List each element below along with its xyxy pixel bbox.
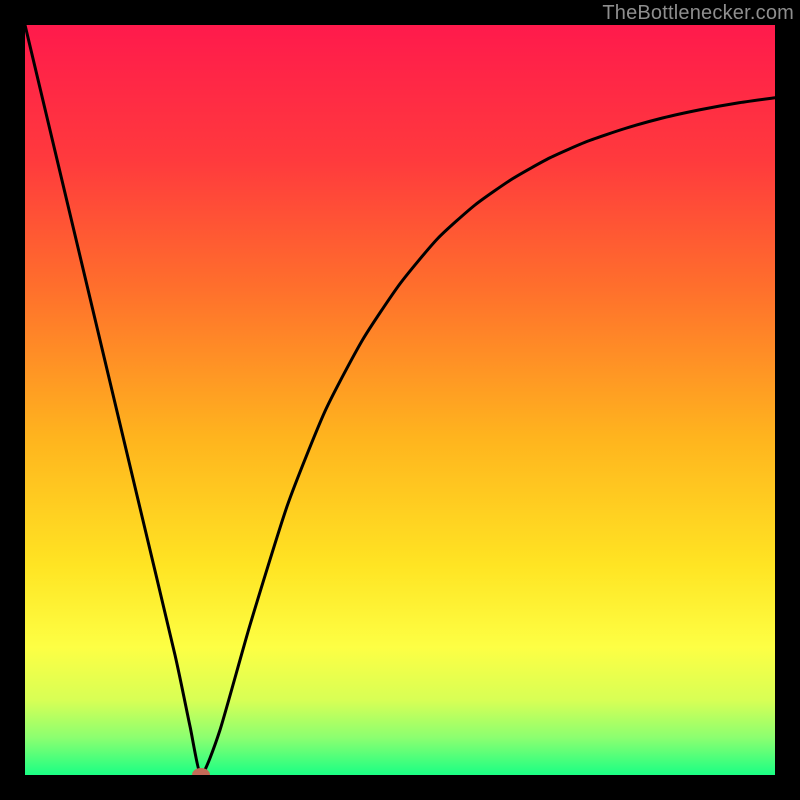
chart-frame: TheBottlenecker.com — [0, 0, 800, 800]
optimal-point-marker — [192, 768, 210, 775]
bottleneck-curve — [25, 25, 775, 775]
watermark-text: TheBottlenecker.com — [602, 2, 794, 25]
curve-layer — [25, 25, 775, 775]
plot-area — [25, 25, 775, 775]
